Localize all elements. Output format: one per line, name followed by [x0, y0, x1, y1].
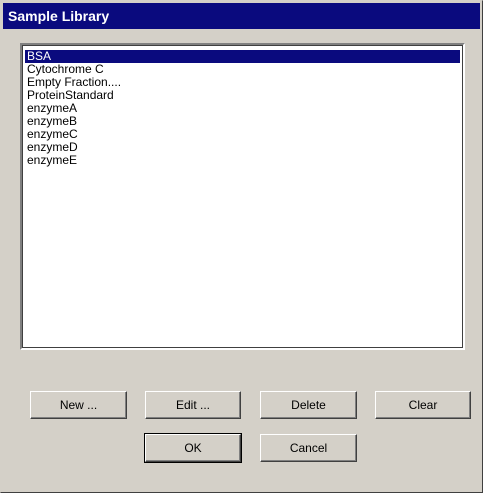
edit-button[interactable]: Edit ... — [145, 391, 241, 419]
list-item-protein-standard[interactable]: ProteinStandard — [25, 89, 460, 102]
title-bar[interactable]: Sample Library — [3, 3, 480, 29]
list-item-enzyme-a[interactable]: enzymeA — [25, 102, 460, 115]
ok-button[interactable]: OK — [144, 433, 242, 463]
list-item-enzyme-e[interactable]: enzymeE — [25, 154, 460, 167]
list-item-enzyme-c[interactable]: enzymeC — [25, 128, 460, 141]
new-button[interactable]: New ... — [30, 391, 127, 419]
cancel-button[interactable]: Cancel — [260, 434, 357, 462]
window-title: Sample Library — [8, 8, 110, 24]
list-item-enzyme-d[interactable]: enzymeD — [25, 141, 460, 154]
clear-button[interactable]: Clear — [375, 391, 471, 419]
sample-library-dialog: Sample Library BSA Cytochrome C Empty Fr… — [0, 0, 483, 493]
list-item-enzyme-b[interactable]: enzymeB — [25, 115, 460, 128]
delete-button[interactable]: Delete — [260, 391, 357, 419]
sample-list[interactable]: BSA Cytochrome C Empty Fraction.... Prot… — [20, 43, 465, 350]
